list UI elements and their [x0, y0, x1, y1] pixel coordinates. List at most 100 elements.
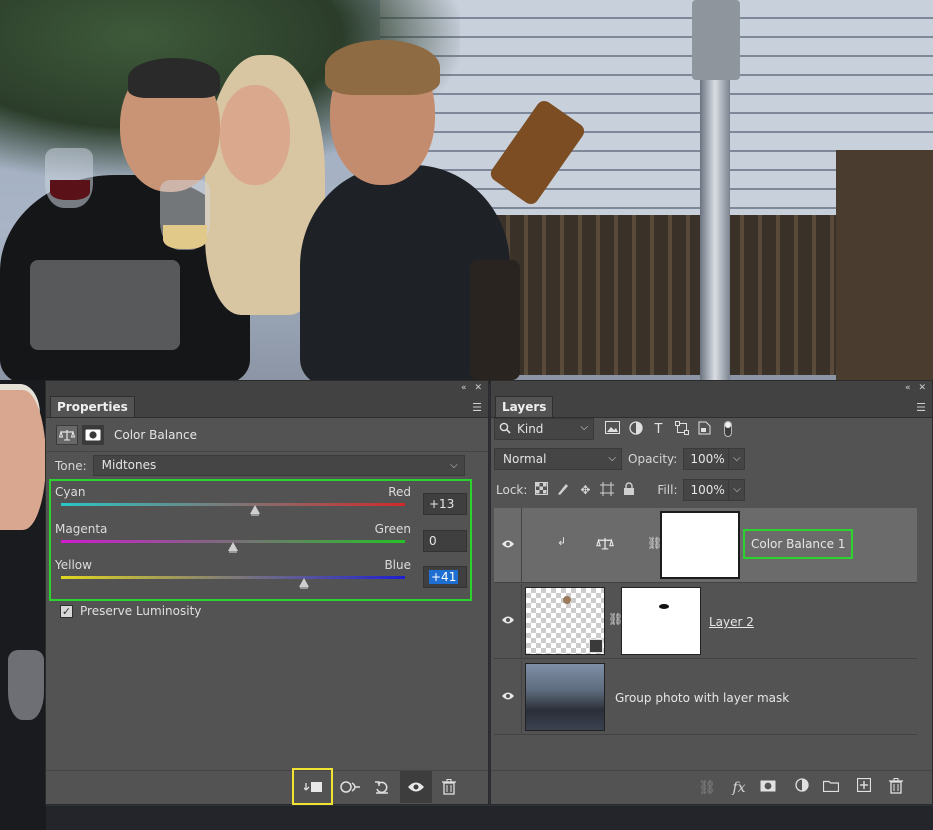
- opacity-label: Opacity:: [628, 452, 678, 466]
- slider-track[interactable]: [61, 576, 405, 579]
- guitar: [470, 260, 520, 380]
- slider-row-cyan-red: Cyan Red +13: [51, 485, 470, 519]
- selected-value-text: +41: [429, 570, 459, 584]
- lock-position-icon[interactable]: ✥: [577, 482, 593, 498]
- fence-post: [836, 150, 933, 380]
- properties-tabbar: Properties ☰: [46, 395, 488, 418]
- lock-artboard-icon[interactable]: [599, 482, 615, 498]
- close-icon[interactable]: ✕: [474, 381, 482, 395]
- eye-icon[interactable]: [500, 614, 516, 628]
- filter-icons: T: [604, 420, 736, 438]
- slider-thumb[interactable]: [228, 542, 238, 553]
- slider-track[interactable]: [61, 503, 405, 506]
- close-icon[interactable]: ✕: [918, 381, 926, 395]
- slider-row-yellow-blue: Yellow Blue +41: [51, 558, 470, 592]
- slider-left-label: Cyan: [55, 485, 86, 499]
- tone-label: Tone:: [55, 458, 87, 473]
- tone-row: Tone: Midtones ⌵: [55, 455, 465, 476]
- person-1-hair: [128, 58, 220, 98]
- panel-menu-icon[interactable]: ☰: [472, 401, 482, 414]
- photo-bottom-strip: [46, 806, 933, 830]
- adjustment-filter-icon[interactable]: [627, 420, 644, 438]
- adjustment-icon[interactable]: [792, 778, 812, 798]
- trash-icon[interactable]: [886, 778, 906, 798]
- layer-row-layer-2[interactable]: ⛓ Layer 2: [494, 584, 917, 659]
- opacity-value[interactable]: 100%: [684, 449, 729, 469]
- collapse-icon[interactable]: «: [461, 381, 467, 395]
- slider-value-field[interactable]: +13: [423, 493, 467, 515]
- shape-filter-icon[interactable]: [673, 420, 690, 438]
- slider-thumb[interactable]: [298, 578, 309, 589]
- thumbnail-content: [563, 596, 571, 604]
- preserve-luminosity[interactable]: ✓ Preserve Luminosity: [60, 604, 201, 618]
- blend-mode-dropdown[interactable]: Normal ⌵: [494, 448, 622, 470]
- view-previous-icon[interactable]: [334, 771, 366, 803]
- layer-name[interactable]: Color Balance 1: [743, 529, 854, 559]
- collapse-icon[interactable]: «: [905, 381, 911, 395]
- blend-mode-value: Normal: [503, 452, 547, 466]
- layer-row-group-photo[interactable]: Group photo with layer mask: [494, 660, 917, 735]
- balance-scale-icon[interactable]: [56, 424, 78, 445]
- slider-right-label: Blue: [384, 558, 411, 572]
- opacity-field[interactable]: 100% ⌵: [683, 448, 746, 470]
- layer-mask-thumbnail[interactable]: [660, 511, 740, 579]
- visibility-column: [494, 508, 522, 583]
- lock-transparent-icon[interactable]: [533, 482, 549, 498]
- tab-properties[interactable]: Properties: [50, 396, 135, 417]
- eye-icon[interactable]: [500, 690, 516, 704]
- filter-kind-dropdown[interactable]: Kind ⌵: [494, 418, 594, 440]
- search-icon: [499, 422, 511, 437]
- smart-object-filter-icon[interactable]: [696, 421, 713, 438]
- chevron-down-icon: ⌵: [450, 460, 458, 471]
- layer-name[interactable]: Group photo with layer mask: [615, 691, 789, 705]
- adjustment-header: Color Balance: [46, 418, 488, 452]
- layers-footer: ⛓ fx: [491, 770, 932, 804]
- layer-mask-icon[interactable]: [82, 424, 104, 445]
- balance-scale-icon: [596, 537, 614, 553]
- lock-label: Lock:: [496, 483, 528, 497]
- folder-icon[interactable]: [821, 778, 841, 798]
- layers-panel: « ✕ Layers ☰ Kind ⌵ T Normal ⌵ Opacity: …: [490, 380, 933, 805]
- person-3-hair: [325, 40, 440, 95]
- lock-pixels-icon[interactable]: [555, 482, 571, 498]
- properties-footer: [46, 768, 488, 805]
- new-layer-icon[interactable]: [854, 777, 874, 798]
- slider-right-label: Red: [388, 485, 411, 499]
- chevron-down-icon[interactable]: ⌵: [728, 449, 745, 469]
- slider-value-field[interactable]: 0: [423, 530, 467, 552]
- person-1-shirt-art: [30, 260, 180, 350]
- red-wine: [50, 180, 90, 200]
- trash-icon[interactable]: [433, 771, 465, 803]
- properties-topbar: « ✕: [46, 381, 488, 395]
- chevron-down-icon[interactable]: ⌵: [728, 480, 745, 500]
- lock-all-icon[interactable]: [621, 482, 637, 498]
- slider-thumb[interactable]: [250, 505, 261, 516]
- layer-mask-thumbnail[interactable]: [621, 587, 701, 655]
- eye-icon[interactable]: [500, 538, 516, 552]
- adjustment-title: Color Balance: [114, 427, 198, 442]
- preserve-luminosity-checkbox[interactable]: ✓: [60, 604, 73, 618]
- lock-row: Lock: ✥ Fill: 100% ⌵: [496, 479, 746, 501]
- filter-toggle-icon[interactable]: [719, 420, 736, 438]
- reset-icon[interactable]: [366, 771, 398, 803]
- slider-left-label: Magenta: [55, 522, 108, 536]
- tone-dropdown[interactable]: Midtones ⌵: [92, 455, 465, 476]
- layer-thumbnail[interactable]: [525, 587, 605, 655]
- visibility-icon[interactable]: [400, 771, 432, 803]
- fx-icon[interactable]: fx: [729, 778, 749, 798]
- link-icon[interactable]: ⛓: [697, 778, 717, 798]
- type-filter-icon[interactable]: T: [650, 421, 667, 438]
- panel-menu-icon[interactable]: ☰: [916, 401, 926, 414]
- slider-value-field-selected[interactable]: +41: [423, 566, 467, 588]
- patio-heater-head: [692, 0, 740, 80]
- pixel-filter-icon[interactable]: [604, 420, 621, 438]
- fill-value[interactable]: 100%: [684, 480, 729, 500]
- add-mask-icon[interactable]: [758, 778, 778, 798]
- properties-panel: « ✕ Properties ☰ Color Balance Tone: Mid…: [45, 380, 489, 805]
- chevron-down-icon: ⌵: [580, 422, 588, 433]
- fill-field[interactable]: 100% ⌵: [683, 479, 746, 501]
- layer-row-color-balance[interactable]: ↲ ⛓ Color Balance 1: [494, 508, 917, 583]
- layer-name[interactable]: Layer 2: [709, 615, 754, 629]
- tab-layers[interactable]: Layers: [495, 396, 554, 417]
- layer-thumbnail[interactable]: [525, 663, 605, 731]
